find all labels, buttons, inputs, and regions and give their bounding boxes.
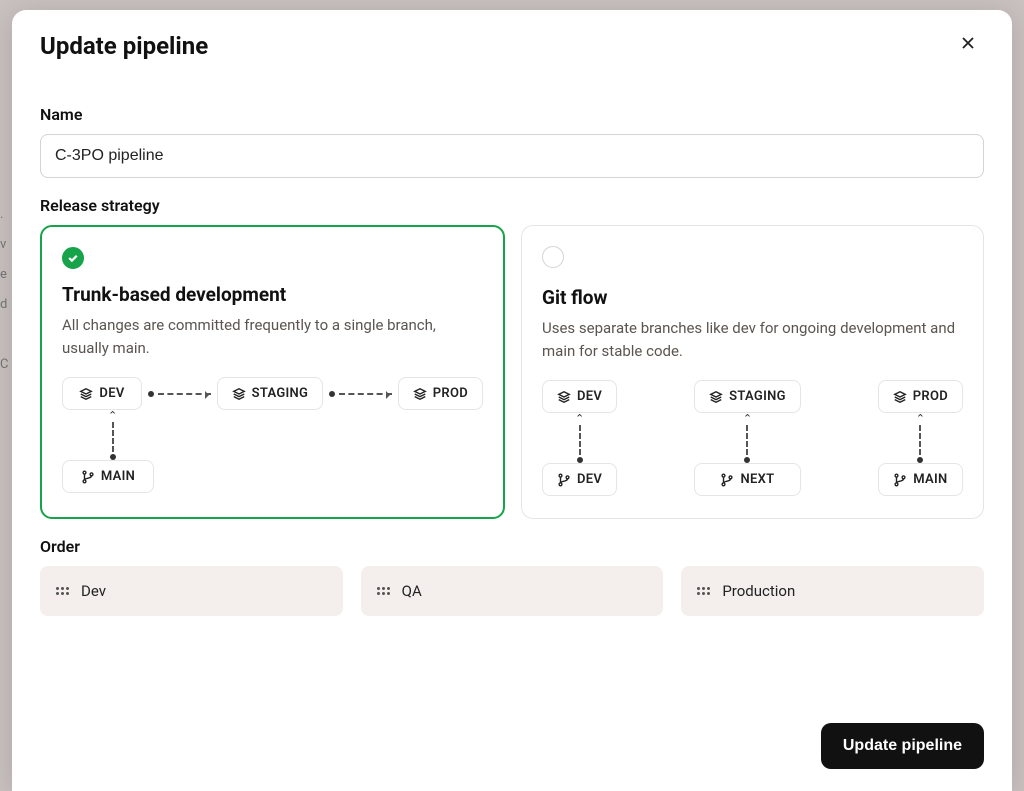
strategy-desc-gitflow: Uses separate branches like dev for ongo… xyxy=(542,317,963,362)
env-label: PROD xyxy=(913,389,948,404)
close-button[interactable] xyxy=(952,30,984,61)
stack-icon xyxy=(557,390,571,404)
env-box-dev: DEV xyxy=(542,380,617,413)
update-pipeline-button[interactable]: Update pipeline xyxy=(821,723,984,769)
branch-box-next: NEXT xyxy=(694,463,801,496)
stack-icon xyxy=(79,387,93,401)
strategy-card-gitflow[interactable]: Git flow Uses separate branches like dev… xyxy=(521,225,984,519)
branch-icon xyxy=(893,473,907,487)
modal-footer: Update pipeline xyxy=(12,707,1012,791)
env-box-staging: STAGING xyxy=(217,377,324,410)
env-box-staging: STAGING xyxy=(694,380,801,413)
stack-icon xyxy=(413,387,427,401)
strategy-title-trunk: Trunk-based development xyxy=(62,283,483,306)
env-label: STAGING xyxy=(252,386,309,401)
arrow-right-icon xyxy=(329,391,392,397)
order-item-label: QA xyxy=(402,582,422,600)
background-obscured-text: .vedC xyxy=(0,200,8,380)
strategy-label: Release strategy xyxy=(40,196,984,215)
drag-handle-icon xyxy=(377,587,390,595)
env-label: DEV xyxy=(577,389,602,404)
env-box-prod: PROD xyxy=(398,377,483,410)
branch-icon xyxy=(81,470,95,484)
arrow-up-icon: ⌃ xyxy=(916,413,925,463)
arrow-right-icon xyxy=(148,391,211,397)
stack-icon xyxy=(232,387,246,401)
env-label: DEV xyxy=(99,386,124,401)
radio-selected-icon xyxy=(62,247,84,269)
branch-label: DEV xyxy=(577,472,602,487)
modal-header: Update pipeline xyxy=(12,10,1012,77)
name-label: Name xyxy=(40,105,984,124)
strategy-desc-trunk: All changes are committed frequently to … xyxy=(62,314,483,359)
pipeline-name-input[interactable] xyxy=(40,134,984,178)
arrow-up-icon: ⌃ xyxy=(108,410,117,460)
stack-icon xyxy=(709,390,723,404)
branch-icon xyxy=(720,473,734,487)
trunk-diagram: DEV STAGING PROD xyxy=(62,377,483,493)
order-item-label: Dev xyxy=(81,582,106,600)
env-label: PROD xyxy=(433,386,468,401)
branch-box-main: MAIN xyxy=(62,460,154,493)
order-item-production[interactable]: Production xyxy=(681,566,984,616)
order-label: Order xyxy=(40,537,984,556)
branch-icon xyxy=(557,473,571,487)
branch-box-main: MAIN xyxy=(878,463,963,496)
close-icon xyxy=(960,35,976,51)
drag-handle-icon xyxy=(697,587,710,595)
branch-label: MAIN xyxy=(101,469,135,484)
branch-label: MAIN xyxy=(913,472,947,487)
order-item-qa[interactable]: QA xyxy=(361,566,664,616)
arrow-up-icon: ⌃ xyxy=(575,413,584,463)
arrow-up-icon: ⌃ xyxy=(743,413,752,463)
gitflow-diagram: DEV ⌃ DEV STAGING ⌃ xyxy=(542,380,963,496)
order-list: Dev QA Production xyxy=(40,566,984,616)
radio-unselected-icon xyxy=(542,246,564,268)
env-box-prod: PROD xyxy=(878,380,963,413)
branch-label: NEXT xyxy=(740,472,774,487)
order-item-dev[interactable]: Dev xyxy=(40,566,343,616)
strategy-options: Trunk-based development All changes are … xyxy=(40,225,984,519)
strategy-card-trunk[interactable]: Trunk-based development All changes are … xyxy=(40,225,505,519)
env-label: STAGING xyxy=(729,389,786,404)
env-box-dev: DEV xyxy=(62,377,142,410)
modal-body: Name Release strategy Trunk-based develo… xyxy=(12,77,1012,707)
order-item-label: Production xyxy=(722,582,795,600)
drag-handle-icon xyxy=(56,587,69,595)
modal-title: Update pipeline xyxy=(40,32,208,60)
update-pipeline-modal: Update pipeline Name Release strategy Tr… xyxy=(12,10,1012,791)
branch-box-dev: DEV xyxy=(542,463,617,496)
stack-icon xyxy=(893,390,907,404)
strategy-title-gitflow: Git flow xyxy=(542,286,963,309)
